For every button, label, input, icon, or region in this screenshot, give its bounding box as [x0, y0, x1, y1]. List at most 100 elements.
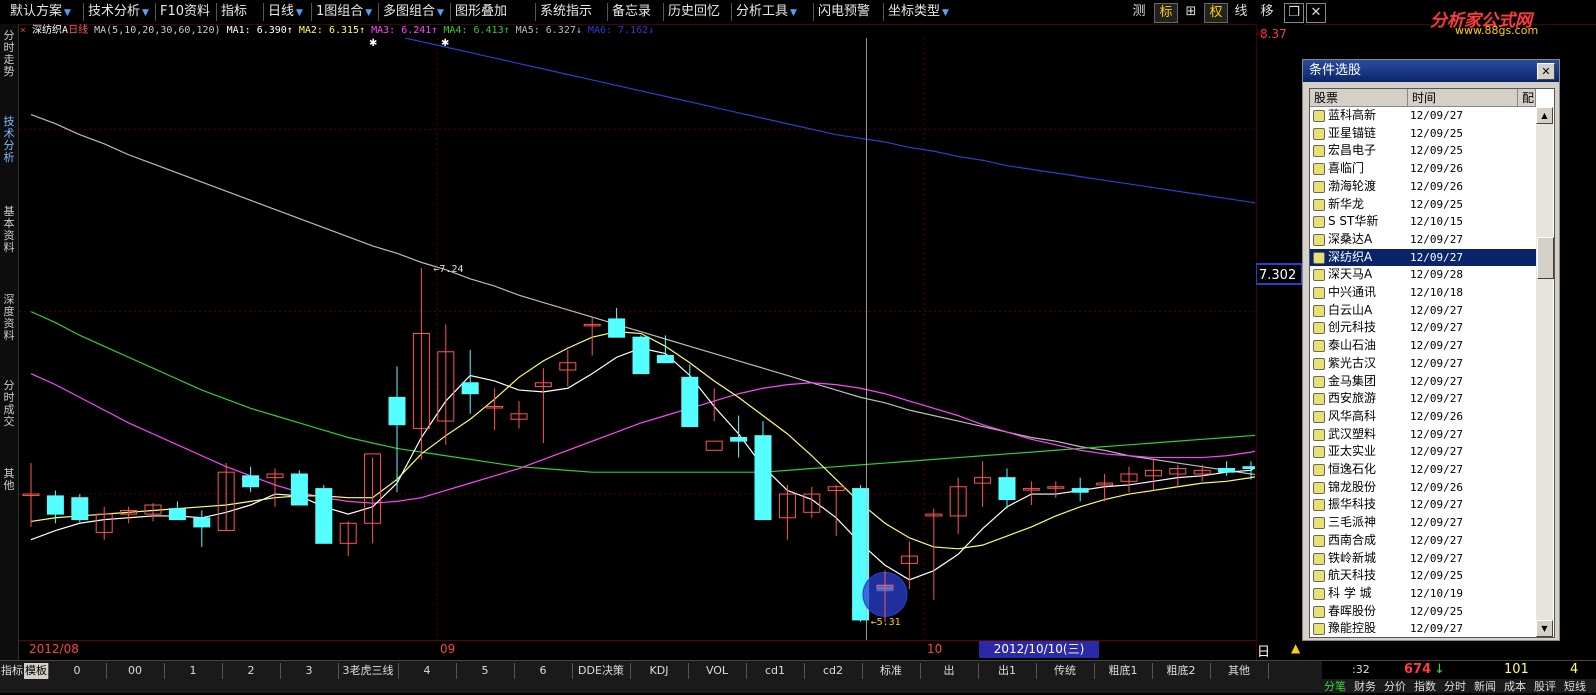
tool-button-4[interactable]: 权 — [1204, 3, 1228, 23]
info-tab-2[interactable]: 财务 — [1354, 679, 1384, 695]
list-item[interactable]: 科 学 城 12/10/19 — [1310, 585, 1536, 603]
list-item[interactable]: 亚太实业 12/09/27 — [1310, 443, 1536, 461]
tool-button-1[interactable]: 测 — [1128, 3, 1150, 21]
column-header-match[interactable]: 配 — [1518, 89, 1536, 107]
menu-8[interactable]: 图形叠加 — [455, 2, 507, 22]
bottom-tab-16[interactable]: cd2 — [804, 663, 863, 679]
list-item[interactable]: 深天马A 12/09/28 — [1310, 266, 1536, 284]
list-item[interactable]: 西安旅游 12/09/27 — [1310, 390, 1536, 408]
ma-legend-close-icon[interactable]: × — [20, 25, 26, 36]
info-tab-7[interactable]: 成本 — [1504, 679, 1534, 695]
bottom-tab-9[interactable]: 4 — [398, 663, 457, 679]
info-tab-6[interactable]: 新闻 — [1474, 679, 1504, 695]
bottom-tab-22[interactable]: 粗底2 — [1152, 663, 1211, 679]
list-scrollbar[interactable]: ▲ ▼ — [1536, 107, 1554, 637]
bottom-tab-23[interactable]: 其他 — [1210, 663, 1269, 679]
list-item[interactable]: 武汉塑料 12/09/27 — [1310, 426, 1536, 444]
bottom-tab-5[interactable]: 1 — [164, 663, 223, 679]
list-item[interactable]: 中兴通讯 12/10/18 — [1310, 284, 1536, 302]
menu-14[interactable]: 坐标类型 ▼ — [888, 2, 949, 22]
list-item[interactable]: 亚星锚链 12/09/25 — [1310, 125, 1536, 143]
menu-10[interactable]: 备忘录 — [612, 2, 651, 22]
bottom-tab-1[interactable]: 指标 — [0, 663, 25, 679]
menu-6[interactable]: 1图组合 ▼ — [316, 2, 372, 22]
list-item[interactable]: 紫光古汉 12/09/27 — [1310, 355, 1536, 373]
list-item[interactable]: 蓝科高新 12/09/27 — [1310, 107, 1536, 125]
list-item[interactable]: 喜临门 12/09/26 — [1310, 160, 1536, 178]
scroll-up-icon[interactable]: ▲ — [1536, 107, 1553, 124]
restore-window-icon[interactable]: ❐ — [1284, 3, 1304, 23]
bottom-tab-3[interactable]: 0 — [48, 663, 107, 679]
close-window-icon[interactable]: ✕ — [1306, 3, 1326, 23]
list-item[interactable]: 春晖股份 12/09/25 — [1310, 603, 1536, 621]
menu-1[interactable]: 默认方案 ▼ — [10, 2, 71, 22]
list-item[interactable]: 振华科技 12/09/27 — [1310, 496, 1536, 514]
menu-9[interactable]: 系统指示 — [540, 2, 592, 22]
info-tab-8[interactable]: 股评 — [1534, 679, 1564, 695]
close-icon[interactable]: ✕ — [1537, 63, 1555, 80]
left-tab-6[interactable]: 其他 — [1, 468, 17, 492]
menu-7[interactable]: 多图组合 ▼ — [383, 2, 444, 22]
list-item[interactable]: 深桑达A 12/09/27 — [1310, 231, 1536, 249]
info-tab-3[interactable]: 分价 — [1384, 679, 1414, 695]
list-item[interactable]: 锦龙股份 12/09/26 — [1310, 479, 1536, 497]
left-tab-4[interactable]: 深度资料 — [1, 294, 17, 342]
left-tab-3[interactable]: 基本资料 — [1, 206, 17, 254]
column-header-time[interactable]: 时间 — [1408, 89, 1518, 107]
tool-button-3[interactable]: ⊞ — [1180, 3, 1202, 21]
bottom-tab-13[interactable]: KDJ — [630, 663, 689, 679]
bottom-tab-2[interactable]: 模板 — [24, 663, 49, 679]
list-item[interactable]: 航天科技 12/09/25 — [1310, 567, 1536, 585]
candlestick-chart[interactable]: ←7.24 ←5.31 ✱ ✱ — [19, 38, 1255, 640]
bottom-tab-18[interactable]: 出 — [920, 663, 979, 679]
list-item[interactable]: 创元科技 12/09/27 — [1310, 319, 1536, 337]
bottom-tab-21[interactable]: 粗底1 — [1094, 663, 1153, 679]
list-item[interactable]: S ST华新 12/10/15 — [1310, 213, 1536, 231]
bottom-tab-17[interactable]: 标准 — [862, 663, 921, 679]
bottom-tab-12[interactable]: DDE决策 — [572, 663, 631, 679]
info-tab-5[interactable]: 分时 — [1444, 679, 1474, 695]
bottom-tab-19[interactable]: 出1 — [978, 663, 1037, 679]
list-item[interactable]: 风华高科 12/09/26 — [1310, 408, 1536, 426]
list-item[interactable]: 宏昌电子 12/09/25 — [1310, 142, 1536, 160]
list-item[interactable]: 泰山石油 12/09/27 — [1310, 337, 1536, 355]
scroll-down-icon[interactable]: ▼ — [1536, 620, 1553, 637]
scroll-thumb[interactable] — [1537, 237, 1554, 279]
bottom-tab-15[interactable]: cd1 — [746, 663, 805, 679]
bottom-tab-7[interactable]: 3 — [280, 663, 339, 679]
tool-button-5[interactable]: 线 — [1230, 3, 1252, 21]
menu-12[interactable]: 分析工具 ▼ — [736, 2, 797, 22]
tool-button-2[interactable]: 标 — [1154, 3, 1178, 23]
info-tab-4[interactable]: 指数 — [1414, 679, 1444, 695]
menu-4[interactable]: 指标 — [221, 2, 247, 22]
bottom-tab-8[interactable]: 3老虎三线 — [338, 663, 399, 679]
info-tab-1[interactable]: 分笔 — [1324, 679, 1354, 695]
list-item[interactable]: 渤海轮渡 12/09/26 — [1310, 178, 1536, 196]
left-tab-1[interactable]: 分时走势 — [1, 30, 17, 78]
list-item[interactable]: 豫能控股 12/09/27 — [1310, 620, 1536, 637]
bottom-tab-6[interactable]: 2 — [222, 663, 281, 679]
bottom-tab-4[interactable]: 00 — [106, 663, 165, 679]
info-tab-9[interactable]: 短线 — [1564, 679, 1594, 695]
menu-3[interactable]: F10资料 — [160, 2, 210, 22]
bottom-tab-20[interactable]: 传统 — [1036, 663, 1095, 679]
menu-13[interactable]: 闪电预警 — [818, 2, 870, 22]
list-item[interactable]: 金马集团 12/09/27 — [1310, 373, 1536, 391]
list-item[interactable]: 西南合成 12/09/27 — [1310, 532, 1536, 550]
list-item[interactable]: 铁岭新城 12/09/27 — [1310, 550, 1536, 568]
column-header-stock[interactable]: 股票 — [1310, 89, 1408, 107]
left-tab-5[interactable]: 分时成交 — [1, 380, 17, 428]
dialog-title-bar[interactable]: 条件选股 ✕ — [1303, 60, 1559, 82]
menu-5[interactable]: 日线 ▼ — [268, 2, 303, 22]
tool-button-6[interactable]: 移 — [1256, 3, 1278, 21]
bottom-tab-11[interactable]: 6 — [514, 663, 573, 679]
list-item[interactable]: 三毛派神 12/09/27 — [1310, 514, 1536, 532]
list-item[interactable]: 深纺织A 12/09/27 — [1310, 248, 1536, 267]
list-item[interactable]: 白云山A 12/09/27 — [1310, 302, 1536, 320]
menu-2[interactable]: 技术分析 ▼ — [88, 2, 149, 22]
list-item[interactable]: 恒逸石化 12/09/27 — [1310, 461, 1536, 479]
left-tab-2[interactable]: 技术分析 — [1, 116, 17, 164]
bottom-tab-14[interactable]: VOL — [688, 663, 747, 679]
list-item[interactable]: 新华龙 12/09/25 — [1310, 196, 1536, 214]
bottom-tab-10[interactable]: 5 — [456, 663, 515, 679]
